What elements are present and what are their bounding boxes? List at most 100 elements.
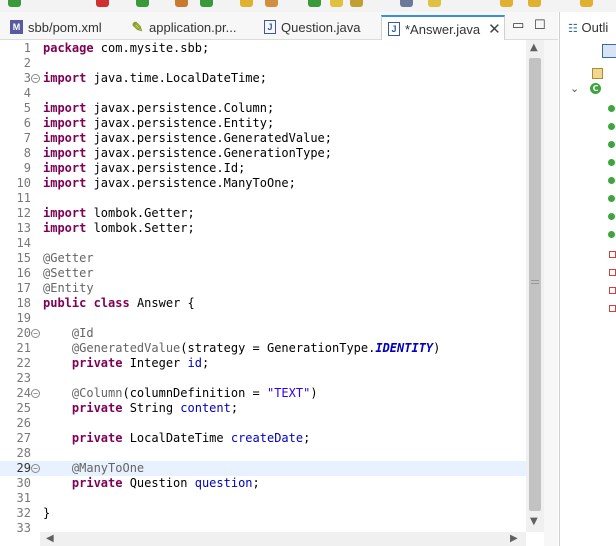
scroll-up-icon[interactable]: ▲ [530,42,538,53]
outline-item-icon[interactable] [608,123,615,130]
code-line[interactable]: 16 @Setter [0,266,526,281]
code-line[interactable]: 18 public class Answer { [0,296,526,311]
highlight-icon[interactable] [330,0,343,7]
code-line[interactable]: 3− import java.time.LocalDateTime; [0,71,526,86]
view-divider[interactable] [544,40,558,546]
line-number: 10 [16,176,31,190]
tab-question-java[interactable]: J Question.java [264,16,361,38]
code-line[interactable]: 5 import javax.persistence.Column; [0,101,526,116]
code-line[interactable]: 20− @Id [0,326,526,341]
code-line[interactable]: 22 private Integer id; [0,356,526,371]
private-field-icon[interactable] [609,287,616,294]
code-line[interactable]: 10 import javax.persistence.ManyToOne; [0,176,526,191]
annotation-icon[interactable] [428,0,441,7]
tab-label: sbb/pom.xml [28,19,102,35]
private-field-icon[interactable] [609,269,616,276]
code-token: IDENTITY [375,341,434,355]
code-line[interactable]: 27 private LocalDateTime createDate; [0,431,526,446]
code-line[interactable]: 30 private Question question; [0,476,526,491]
code-text: @ManyToOne [43,461,144,476]
line-number: 13 [16,221,31,235]
code-line[interactable]: 14 [0,236,526,251]
fold-toggle-icon[interactable]: − [31,329,40,338]
code-line[interactable]: 8 import javax.persistence.GenerationType… [0,146,526,161]
code-line[interactable]: 2 [0,56,526,71]
code-token: (strategy = GenerationType. [180,341,376,355]
debug-icon[interactable] [136,0,149,7]
outline-item-icon[interactable] [608,195,615,202]
search-icon[interactable] [265,0,278,7]
code-token: public [43,296,87,310]
code-line[interactable]: 11 [0,191,526,206]
code-line[interactable]: 28 [0,446,526,461]
tab-answer-java[interactable]: J *Answer.java ✕ [381,15,505,41]
fold-toggle-icon[interactable]: − [31,74,40,83]
maximize-button[interactable]: ☐ [534,18,546,33]
code-line[interactable]: 25 private String content; [0,401,526,416]
tab-application-properties[interactable]: ✎ application.pr... [131,16,237,38]
code-line[interactable]: 4 [0,86,526,101]
code-line[interactable]: 6 import javax.persistence.Entity; [0,116,526,131]
scroll-down-icon[interactable]: ▼ [530,516,538,527]
scroll-left-icon[interactable]: ◀ [46,533,54,544]
outline-item-icon[interactable] [608,177,615,184]
open-folder-icon[interactable] [240,0,253,7]
stop-icon[interactable] [96,0,109,7]
outline-title-label: Outli [581,20,609,35]
private-field-icon[interactable] [609,305,616,312]
code-line[interactable]: 31 [0,491,526,506]
paragraph-icon[interactable] [400,0,413,7]
minimize-button[interactable]: ▭ [512,18,524,33]
code-text: private Question question; [43,476,260,491]
line-number: 2 [23,56,31,70]
collapse-chevron-icon[interactable]: ⌄ [570,82,579,95]
forward-icon[interactable] [528,0,541,7]
outline-view-icon: ☷ [568,23,578,35]
code-line[interactable]: 21 @GeneratedValue(strategy = Generation… [0,341,526,356]
private-field-icon[interactable] [609,251,616,258]
code-token: ; [230,401,239,415]
tab-pom-xml[interactable]: M sbb/pom.xml [10,16,102,38]
code-line[interactable]: 9 import javax.persistence.Id; [0,161,526,176]
outline-title[interactable]: ☷ Outli [568,20,608,35]
code-line[interactable]: 32} [0,506,526,521]
fold-toggle-icon[interactable]: − [31,389,40,398]
outline-item-icon[interactable] [608,231,615,238]
code-line[interactable]: 17 @Entity [0,281,526,296]
scroll-right-icon[interactable]: ▶ [510,533,518,544]
close-icon[interactable]: ✕ [488,20,501,38]
pin-icon[interactable] [308,0,321,7]
scrollbar-thumb[interactable] [529,58,541,511]
code-line[interactable]: 29− @ManyToOne [0,461,526,476]
code-token: Answer { [129,296,195,310]
code-line[interactable]: 19 [0,311,526,326]
code-line[interactable]: 1 package com.mysite.sbb; [0,41,526,56]
code-text: @Column(columnDefinition = "TEXT") [43,386,318,401]
pen-icon[interactable] [350,0,363,7]
code-line[interactable]: 12 import lombok.Getter; [0,206,526,221]
outline-item-icon[interactable] [608,105,615,112]
outline-item-icon[interactable] [608,213,615,220]
nav-icon[interactable] [580,0,593,7]
back-icon[interactable] [500,0,513,7]
code-line[interactable]: 15 @Getter [0,251,526,266]
code-editor[interactable]: 1 package com.mysite.sbb; 2 3− import java.t… [0,40,544,546]
code-line[interactable]: 26 [0,416,526,431]
build-icon[interactable] [175,0,188,7]
code-line[interactable]: 23 [0,371,526,386]
vertical-scrollbar[interactable]: ▲ ▼ [526,40,544,532]
horizontal-scrollbar[interactable]: ◀ ▶ [40,532,526,546]
run-icon[interactable] [8,0,21,7]
code-token: LocalDateTime [122,431,231,445]
outline-item-icon[interactable] [608,159,615,166]
new-class-icon[interactable] [200,0,213,7]
fold-toggle-icon[interactable]: − [31,464,40,473]
code-line[interactable]: 13 import lombok.Setter; [0,221,526,236]
code-line[interactable]: 7 import javax.persistence.GeneratedValue… [0,131,526,146]
code-line[interactable]: 24− @Column(columnDefinition = "TEXT") [0,386,526,401]
outline-toolbar-icon[interactable] [602,44,616,58]
outline-item-icon[interactable] [608,141,615,148]
line-number: 1 [23,41,31,55]
tab-label: application.pr... [149,19,237,35]
